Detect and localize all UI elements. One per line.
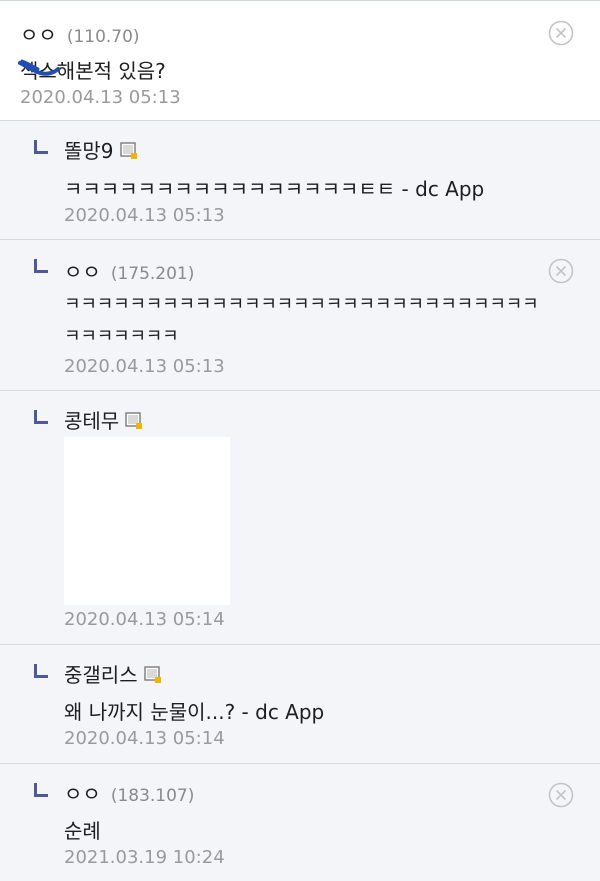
comment-date: 2021.03.19 10:24 bbox=[64, 847, 225, 868]
comment-text-line-1: ㅋㅋㅋㅋㅋㅋㅋㅋㅋㅋㅋㅋㅋㅋㅋㅋㅋㅋㅋㅋㅋㅋㅋㅋㅋㅋㅋㅋㅋ bbox=[64, 294, 539, 315]
reply-arrow-icon bbox=[34, 259, 48, 273]
comment-author[interactable]: 중갤리스 bbox=[64, 659, 138, 688]
reply-item: ㅇㅇ (175.201) ㅋㅋㅋㅋㅋㅋㅋㅋㅋㅋㅋㅋㅋㅋㅋㅋㅋㅋㅋㅋㅋㅋㅋㅋㅋㅋㅋ… bbox=[0, 240, 600, 391]
comment-date: 2020.04.13 05:13 bbox=[20, 87, 181, 108]
gallog-badge-icon[interactable] bbox=[125, 412, 143, 430]
reply-item: ㅇㅇ (183.107) 순례 2021.03.19 10:24 bbox=[0, 764, 600, 881]
comment-date: 2020.04.13 05:14 bbox=[64, 728, 225, 749]
comment-header: 똘망9 bbox=[64, 135, 138, 164]
comment-header: 중갤리스 bbox=[64, 659, 162, 688]
comment-date: 2020.04.13 05:13 bbox=[64, 356, 225, 377]
comment-text: 왜 나까지 눈물이...? - dc App bbox=[64, 700, 325, 724]
comment-ip: (183.107) bbox=[110, 786, 195, 806]
comment-date: 2020.04.13 05:14 bbox=[64, 609, 225, 630]
reply-item: 콩테무 2020.04.13 05:14 bbox=[0, 391, 600, 645]
comment-author[interactable]: ㅇㅇ bbox=[64, 778, 101, 807]
comment-ip: (110.70) bbox=[66, 27, 140, 47]
delete-comment-icon[interactable] bbox=[548, 20, 574, 46]
reply-arrow-icon bbox=[34, 140, 48, 154]
delete-comment-icon[interactable] bbox=[548, 782, 574, 808]
comment-date: 2020.04.13 05:13 bbox=[64, 205, 225, 226]
gallog-badge-icon[interactable] bbox=[143, 666, 162, 684]
attached-image[interactable] bbox=[64, 437, 230, 605]
reply-arrow-icon bbox=[34, 410, 48, 424]
comment-item: ㅇㅇ (110.70) 섹스해본적 있음? 2020.04.13 05:13 bbox=[0, 0, 600, 121]
comment-header: ㅇㅇ (110.70) bbox=[20, 19, 140, 48]
delete-comment-icon[interactable] bbox=[548, 258, 574, 284]
comment-author[interactable]: ㅇㅇ bbox=[64, 256, 101, 285]
comment-text: 순례 bbox=[64, 819, 101, 843]
comment-text: ㅋㅋㅋㅋㅋㅋㅋㅋㅋㅋㅋㅋㅋㅋㅋㅋㅌㅌ - dc App bbox=[64, 177, 485, 201]
comment-thread: ㅇㅇ (110.70) 섹스해본적 있음? 2020.04.13 05:13 똘… bbox=[0, 0, 600, 881]
censor-scribble bbox=[18, 59, 60, 76]
comment-header: 콩테무 bbox=[64, 405, 143, 434]
comment-author[interactable]: 콩테무 bbox=[64, 405, 119, 434]
reply-arrow-icon bbox=[34, 783, 48, 797]
comment-text-line-2: ㅋㅋㅋㅋㅋㅋㅋ bbox=[64, 326, 179, 347]
comment-header: ㅇㅇ (183.107) bbox=[64, 778, 194, 807]
gallog-badge-icon[interactable] bbox=[119, 142, 138, 160]
comment-ip: (175.201) bbox=[110, 264, 195, 284]
reply-item: 중갤리스 왜 나까지 눈물이...? - dc App 2020.04.13 0… bbox=[0, 645, 600, 764]
reply-item: 똘망9 ㅋㅋㅋㅋㅋㅋㅋㅋㅋㅋㅋㅋㅋㅋㅋㅋㅌㅌ - dc App 2020.04.… bbox=[0, 121, 600, 240]
comment-header: ㅇㅇ (175.201) bbox=[64, 256, 194, 285]
comment-author[interactable]: 똘망9 bbox=[64, 135, 114, 164]
reply-arrow-icon bbox=[34, 664, 48, 678]
comment-author[interactable]: ㅇㅇ bbox=[20, 19, 57, 48]
